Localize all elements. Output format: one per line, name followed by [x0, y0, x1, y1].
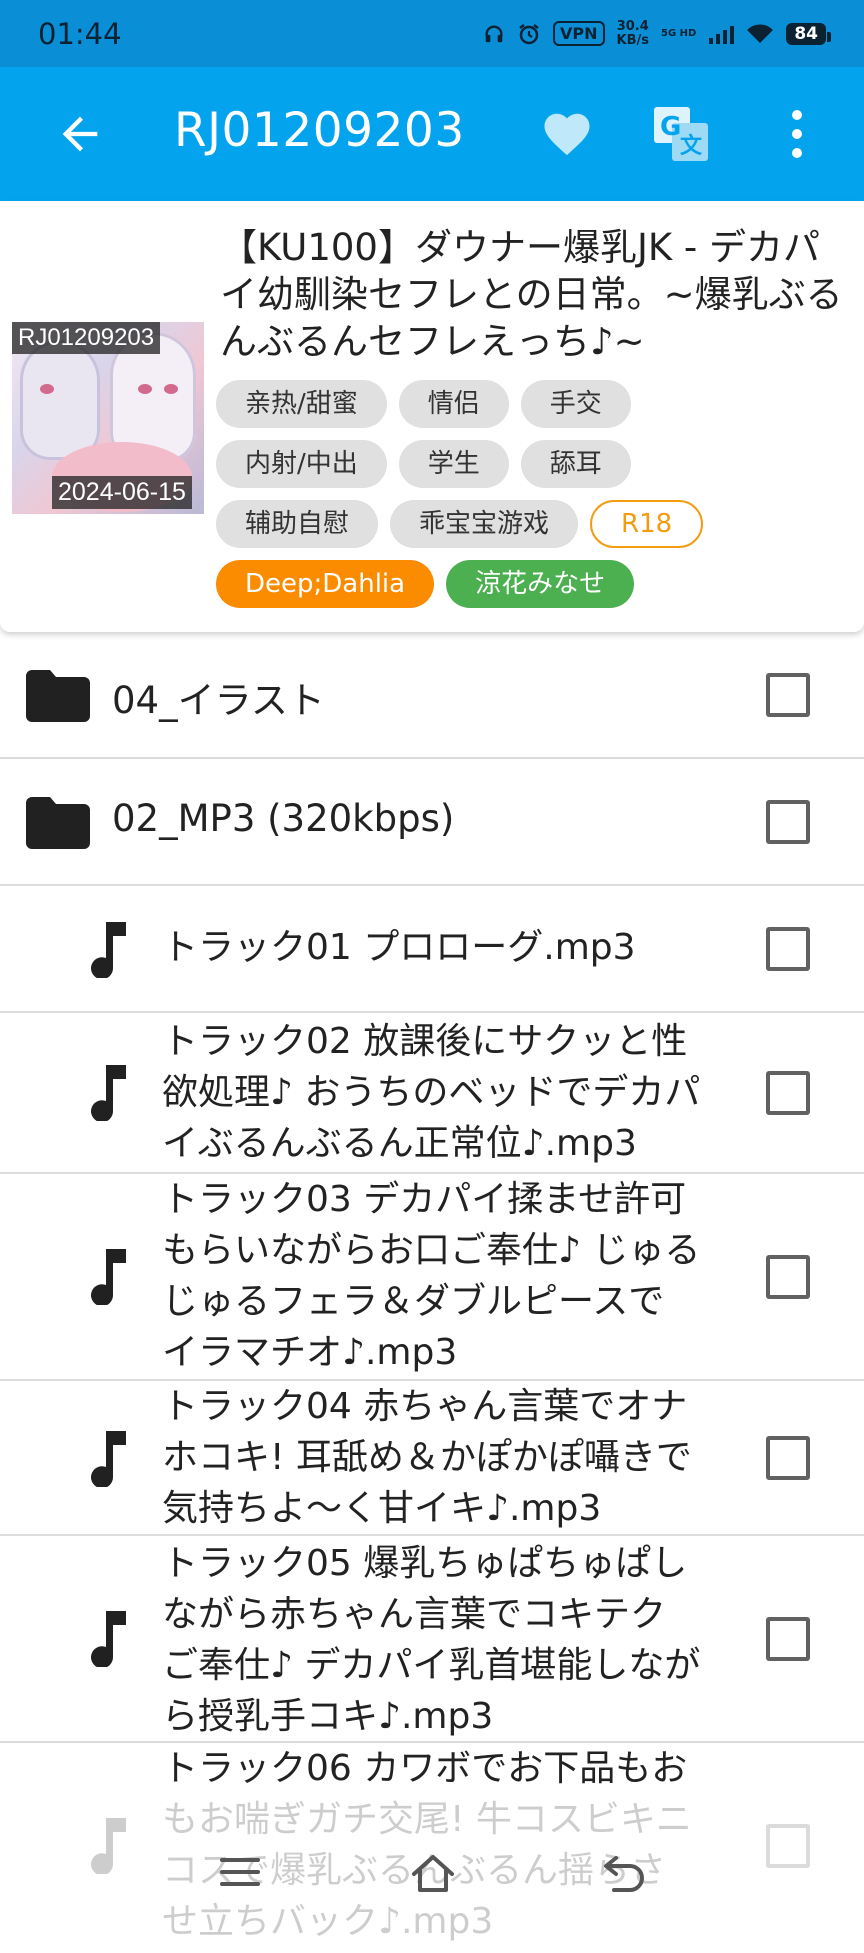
- app-bar: RJ01209203 G 文: [0, 67, 864, 201]
- status-time: 01:44: [38, 16, 122, 51]
- system-nav-bar: [0, 1830, 864, 1920]
- music-note-icon: [91, 1065, 126, 1121]
- music-note-icon: [91, 922, 126, 978]
- music-note-icon: [91, 1611, 126, 1667]
- tag-chip[interactable]: 乖宝宝游戏: [390, 500, 579, 548]
- checkbox[interactable]: [766, 1071, 810, 1115]
- tag-row: 辅助自慰 乖宝宝游戏 R18: [216, 500, 856, 548]
- track-name: トラック04 赤ちゃん言葉でオナ ホコキ! 耳舐め＆かぽかぽ囁きで 気持ちよ～く…: [162, 1386, 692, 1529]
- net-speed-unit: KB/s: [616, 32, 649, 48]
- track-row[interactable]: トラック01 プロローグ.mp3: [0, 886, 864, 1013]
- home-icon[interactable]: [408, 1852, 458, 1896]
- headphones-icon: [485, 25, 503, 42]
- music-note-icon: [91, 1249, 126, 1305]
- track-row[interactable]: トラック04 赤ちゃん言葉でオナ ホコキ! 耳舐め＆かぽかぽ囁きで 気持ちよ～く…: [0, 1381, 864, 1536]
- folder-name: 02_MP3 (320kbps): [112, 797, 455, 840]
- track-name: トラック02 放課後にサクッと性 欲処理♪ おうちのベッドでデカパ イぶるんぶる…: [162, 1021, 701, 1164]
- track-row[interactable]: トラック03 デカパイ揉ませ許可 もらいながらお口ご奉仕♪ じゅる じゅるフェラ…: [0, 1174, 864, 1381]
- tag-chip[interactable]: 学生: [398, 440, 509, 488]
- work-title: 【KU100】ダウナー爆乳JK - デカパイ幼馴染セフレとの日常。~爆乳ぶるんぶ…: [220, 226, 843, 363]
- checkbox[interactable]: [766, 1255, 810, 1299]
- alarm-icon: [519, 23, 539, 44]
- checkbox[interactable]: [766, 800, 810, 844]
- checkbox[interactable]: [766, 1617, 810, 1661]
- folder-row[interactable]: 02_MP3 (320kbps): [0, 759, 864, 886]
- tag-row: 亲热/甜蜜 情侣 手交: [216, 380, 856, 428]
- vpn-badge: VPN: [553, 21, 605, 46]
- tag-chip[interactable]: 舔耳: [520, 440, 631, 488]
- file-list: 04_イラスト 02_MP3 (320kbps) トラック01 プロローグ.mp…: [0, 632, 864, 1953]
- more-vert-icon[interactable]: [780, 107, 814, 161]
- svg-text:文: 文: [680, 133, 703, 159]
- tag-chip[interactable]: 手交: [520, 380, 631, 428]
- checkbox[interactable]: [766, 927, 810, 971]
- folder-icon: [26, 797, 90, 849]
- tag-chip[interactable]: 辅助自慰: [216, 500, 379, 548]
- svg-text:G: G: [660, 112, 681, 142]
- cover-id-label: RJ01209203: [12, 322, 161, 354]
- tag-row: 内射/中出 学生 舔耳: [216, 440, 856, 488]
- age-rating-badge[interactable]: R18: [590, 500, 704, 548]
- folder-icon: [26, 670, 90, 722]
- tag-chip[interactable]: 情侣: [398, 380, 509, 428]
- tag-list: 亲热/甜蜜 情侣 手交 内射/中出 学生 舔耳 辅助自慰 乖宝宝游戏 R18 D…: [216, 380, 856, 620]
- menu-icon[interactable]: [218, 1852, 262, 1892]
- heart-icon[interactable]: [540, 107, 594, 161]
- music-note-icon: [91, 1431, 126, 1487]
- translate-icon[interactable]: G 文: [652, 105, 710, 163]
- signal-icon: [709, 25, 735, 44]
- track-row[interactable]: トラック05 爆乳ちゅぱちゅぱし ながら赤ちゃん言葉でコキテク ご奉仕♪ デカパ…: [0, 1536, 864, 1743]
- track-row[interactable]: トラック02 放課後にサクッと性 欲処理♪ おうちのベッドでデカパ イぶるんぶる…: [0, 1013, 864, 1174]
- tag-chip[interactable]: 亲热/甜蜜: [216, 380, 387, 428]
- net-speed-value: 30.4: [616, 18, 649, 34]
- net-speed: 30.4 KB/s: [616, 18, 649, 48]
- wifi-icon: [747, 23, 774, 43]
- folder-row[interactable]: 04_イラスト: [0, 632, 864, 759]
- back-icon[interactable]: [600, 1852, 648, 1894]
- status-bar: 01:44 VPN 30.4 KB/s 5G HD 84: [0, 0, 864, 67]
- status-icons: VPN 30.4 KB/s 5G HD 84: [483, 18, 831, 48]
- folder-name: 04_イラスト: [112, 679, 325, 722]
- checkbox[interactable]: [766, 1436, 810, 1480]
- track-name: トラック03 デカパイ揉ませ許可 もらいながらお口ご奉仕♪ じゅる じゅるフェラ…: [162, 1179, 701, 1373]
- track-name: トラック05 爆乳ちゅぱちゅぱし ながら赤ちゃん言葉でコキテク ご奉仕♪ デカパ…: [162, 1543, 701, 1737]
- voice-actor-chip[interactable]: 涼花みなせ: [446, 560, 635, 608]
- circle-chip[interactable]: Deep;Dahlia: [216, 560, 435, 608]
- network-type: 5G HD: [661, 28, 697, 39]
- back-arrow-icon[interactable]: [54, 108, 106, 160]
- page-title: RJ01209203: [174, 103, 465, 158]
- battery-indicator: 84: [786, 22, 831, 45]
- checkbox[interactable]: [766, 673, 810, 717]
- release-date-label: 2024-06-15: [52, 476, 192, 509]
- tag-row: Deep;Dahlia 涼花みなせ: [216, 560, 856, 608]
- tag-chip[interactable]: 内射/中出: [216, 440, 387, 488]
- track-name: トラック01 プロローグ.mp3: [162, 927, 636, 968]
